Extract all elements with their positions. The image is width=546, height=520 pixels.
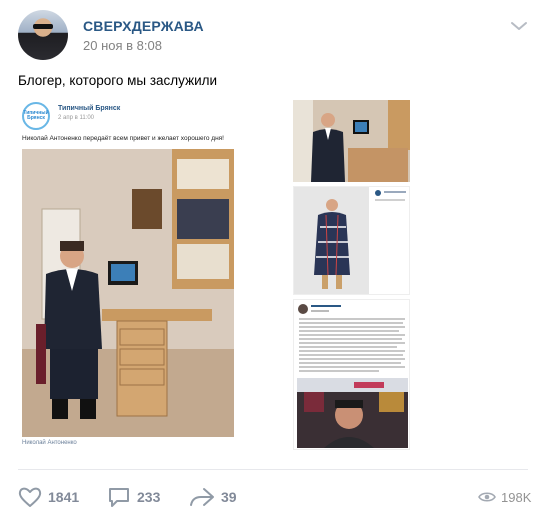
community-logo: Типичный Брянск	[22, 102, 50, 130]
attached-image-repost-screenshot[interactable]: Типичный Брянск Типичный Брянск 2 апр в …	[18, 100, 255, 455]
share-count: 39	[221, 489, 237, 505]
views-count: 198K	[501, 489, 532, 505]
screenshot-date: 2 апр в 11:00	[58, 115, 95, 121]
like-count: 1841	[48, 489, 80, 505]
avatar-glasses	[33, 24, 53, 29]
share-arrow-icon	[190, 488, 214, 506]
chevron-down-icon[interactable]	[510, 20, 528, 32]
post-author[interactable]: СВЕРХДЕРЖАВА	[83, 18, 204, 34]
share-button[interactable]: 39	[189, 486, 237, 508]
wall-post: СВЕРХДЕРЖАВА 20 ноя в 8:08 Блогер, котор…	[0, 0, 546, 520]
attached-image-robe[interactable]	[293, 186, 410, 295]
screenshot-text: Николай Антоненко передаёт всем привет и…	[22, 135, 224, 142]
views-counter: 198K	[478, 486, 531, 508]
attached-image-office[interactable]	[293, 100, 410, 182]
post-divider	[18, 469, 528, 470]
comment-icon	[109, 488, 129, 507]
comment-count: 233	[137, 489, 161, 505]
comment-button[interactable]: 233	[107, 486, 160, 508]
eye-icon	[478, 492, 496, 502]
community-logo-text: Типичный Брянск	[23, 110, 49, 121]
attached-image-text-post[interactable]	[293, 299, 410, 450]
screenshot-photo-author: Николай Антоненко	[22, 440, 77, 446]
screenshot-community-name: Типичный Брянск	[58, 105, 121, 112]
like-button[interactable]: 1841	[18, 486, 79, 508]
post-date[interactable]: 20 ноя в 8:08	[83, 38, 162, 53]
author-avatar[interactable]	[18, 10, 68, 60]
heart-icon	[18, 487, 42, 507]
post-text: Блогер, которого мы заслужили	[18, 73, 218, 88]
screenshot-photo	[22, 149, 234, 437]
